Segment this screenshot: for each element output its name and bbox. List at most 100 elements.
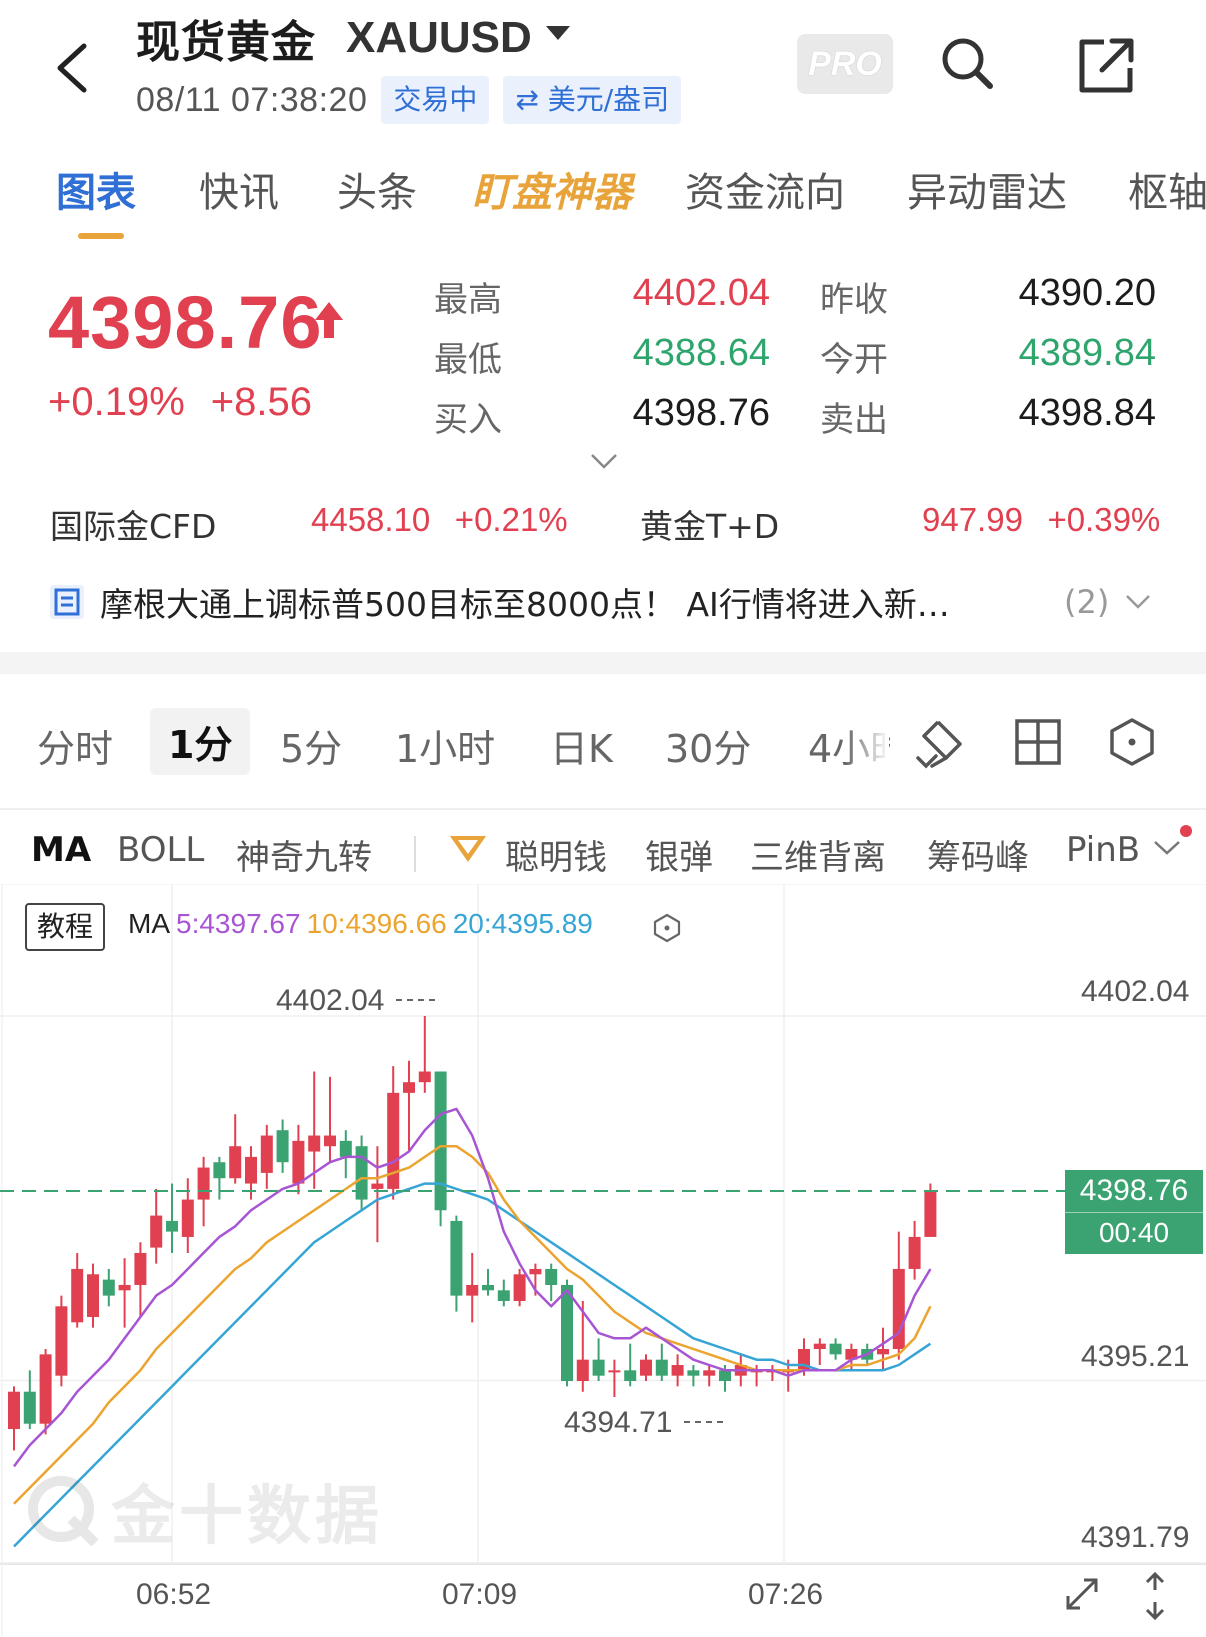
search-button[interactable] — [938, 34, 998, 98]
candle-body — [719, 1370, 731, 1382]
layout-button[interactable] — [1012, 716, 1064, 772]
period-separator — [0, 808, 1206, 810]
news-icon — [50, 585, 84, 619]
candle-body — [339, 1140, 352, 1157]
candle-body — [181, 1199, 194, 1237]
period-30m[interactable]: 30分 — [665, 718, 751, 773]
chevron-down-icon[interactable] — [590, 452, 618, 470]
indicator-boll[interactable]: BOLL — [117, 830, 204, 870]
candle-body — [276, 1130, 289, 1163]
period-1h[interactable]: 1小时 — [395, 718, 495, 773]
vertical-scale-icon[interactable] — [1140, 1570, 1170, 1622]
period-5m[interactable]: 5分 — [280, 718, 342, 773]
draw-tool-button[interactable] — [912, 716, 968, 776]
indicator-3d-divergence[interactable]: 三维背离 — [750, 830, 886, 879]
candle-body — [466, 1284, 479, 1296]
candle-body — [213, 1162, 226, 1179]
period-timeshare[interactable]: 分时 — [37, 718, 113, 773]
change-amount: +8.56 — [210, 380, 312, 424]
tab-headlines[interactable]: 头条 — [337, 160, 417, 218]
low-value: 4388.64 — [632, 332, 770, 374]
fullscreen-icon[interactable] — [1060, 1572, 1104, 1616]
tab-pivot[interactable]: 枢轴 — [1128, 160, 1206, 218]
news-ticker[interactable]: 摩根大通上调标普500目标至8000点！ AI行情将进入新… (2) — [50, 580, 1160, 624]
candle-body — [813, 1343, 826, 1350]
last-price: 4398.76 — [48, 281, 323, 364]
tutorial-button[interactable]: 教程 — [25, 903, 105, 951]
tab-fund-flow[interactable]: 资金流向 — [685, 160, 845, 218]
indicator-separator — [414, 836, 416, 872]
candle-body — [434, 1071, 447, 1211]
chevron-down-icon[interactable] — [1152, 838, 1182, 858]
chart-settings-button[interactable] — [1106, 716, 1158, 772]
y-tick-bottom: 4391.79 — [1081, 1521, 1190, 1554]
candle-body — [8, 1391, 20, 1430]
period-1m[interactable]: 1分 — [150, 708, 251, 775]
candle-body — [576, 1359, 589, 1382]
related-cfd-quote[interactable]: 4458.10 +0.21% — [311, 500, 568, 539]
x-tick-1: 06:52 — [136, 1578, 212, 1611]
candle-body — [118, 1284, 131, 1291]
tab-monitor-tool[interactable]: 盯盘神器 — [472, 160, 632, 218]
candle-body — [292, 1140, 305, 1184]
candle-body — [245, 1156, 257, 1184]
candle-body — [545, 1268, 558, 1285]
indicator-chip-peak[interactable]: 筹码峰 — [927, 830, 1029, 879]
indicator-ma[interactable]: MA — [31, 830, 91, 870]
td-value: 947.99 — [922, 501, 1023, 538]
pro-badge[interactable]: PRO — [797, 34, 893, 94]
tab-flash-news[interactable]: 快讯 — [199, 160, 279, 218]
period-daily[interactable]: 日K — [550, 718, 613, 773]
prev-close-label: 昨收 — [820, 280, 888, 320]
related-td[interactable]: 黄金T+D — [640, 500, 779, 548]
instrument-name: 现货黄金 — [136, 17, 316, 68]
candle-body — [655, 1359, 668, 1376]
candle-body — [687, 1370, 700, 1376]
ma5-value: 5:4397.67 — [176, 908, 301, 939]
indicator-magic-nine[interactable]: 神奇九转 — [236, 830, 372, 879]
diamond-vip-icon — [450, 836, 486, 862]
candle-body — [671, 1365, 684, 1376]
indicator-silver-bullet[interactable]: 银弹 — [645, 830, 713, 879]
candle-body — [418, 1071, 431, 1083]
open-label: 今开 — [820, 340, 888, 380]
candle-body — [608, 1370, 621, 1373]
candle-body — [102, 1279, 115, 1296]
candle-body — [450, 1220, 463, 1296]
instrument-title[interactable]: 现货黄金 XAUUSD — [136, 6, 570, 70]
related-cfd[interactable]: 国际金CFD — [50, 500, 216, 548]
high-label: 最高 — [434, 280, 502, 320]
trading-status-chip: 交易中 — [381, 76, 490, 124]
watermark-text: 金十数据 — [111, 1480, 383, 1554]
td-change: +0.39% — [1047, 501, 1161, 538]
chevron-left-icon — [57, 43, 87, 93]
caret-down-icon[interactable] — [545, 26, 570, 42]
back-button[interactable] — [50, 38, 94, 98]
bid-label: 买入 — [434, 400, 502, 440]
indicator-pinbar[interactable]: PinB — [1066, 830, 1146, 870]
candle-body — [497, 1290, 510, 1301]
candle-body — [529, 1268, 542, 1275]
instrument-subline: 08/11 07:38:20 交易中 ⇄ 美元/盎司 — [136, 76, 682, 124]
price-change: +0.19% +8.56 — [48, 380, 312, 425]
tab-radar[interactable]: 异动雷达 — [907, 160, 1067, 218]
prev-close-value: 4390.20 — [1018, 272, 1156, 314]
ask-label: 卖出 — [820, 400, 888, 440]
low-label: 最低 — [434, 340, 502, 380]
low-marker-label: 4394.71 — [564, 1406, 673, 1439]
pen-draw-icon — [916, 720, 962, 769]
candle-body — [371, 1183, 384, 1189]
open-value: 4389.84 — [1018, 332, 1156, 374]
tab-chart[interactable]: 图表 — [56, 160, 136, 218]
section-tabs: 图表 快讯 头条 盯盘神器 资金流向 异动雷达 枢轴 — [0, 160, 1206, 240]
related-td-quote[interactable]: 947.99 +0.39% — [922, 500, 1160, 539]
hexagon-settings-icon[interactable] — [652, 913, 682, 943]
indicator-smart-money[interactable]: 聪明钱 — [505, 830, 607, 879]
indicator-selector: MA BOLL 神奇九转 聪明钱 银弹 三维背离 筹码峰 PinB — [0, 820, 1206, 884]
candle-body — [308, 1135, 321, 1152]
news-count: (2) — [1064, 583, 1110, 621]
ma10-value: 10:4396.66 — [306, 908, 447, 939]
currency-unit-chip[interactable]: ⇄ 美元/盎司 — [503, 76, 682, 124]
current-price-tag-value: 4398.76 — [1065, 1170, 1203, 1213]
share-button[interactable] — [1078, 36, 1136, 98]
